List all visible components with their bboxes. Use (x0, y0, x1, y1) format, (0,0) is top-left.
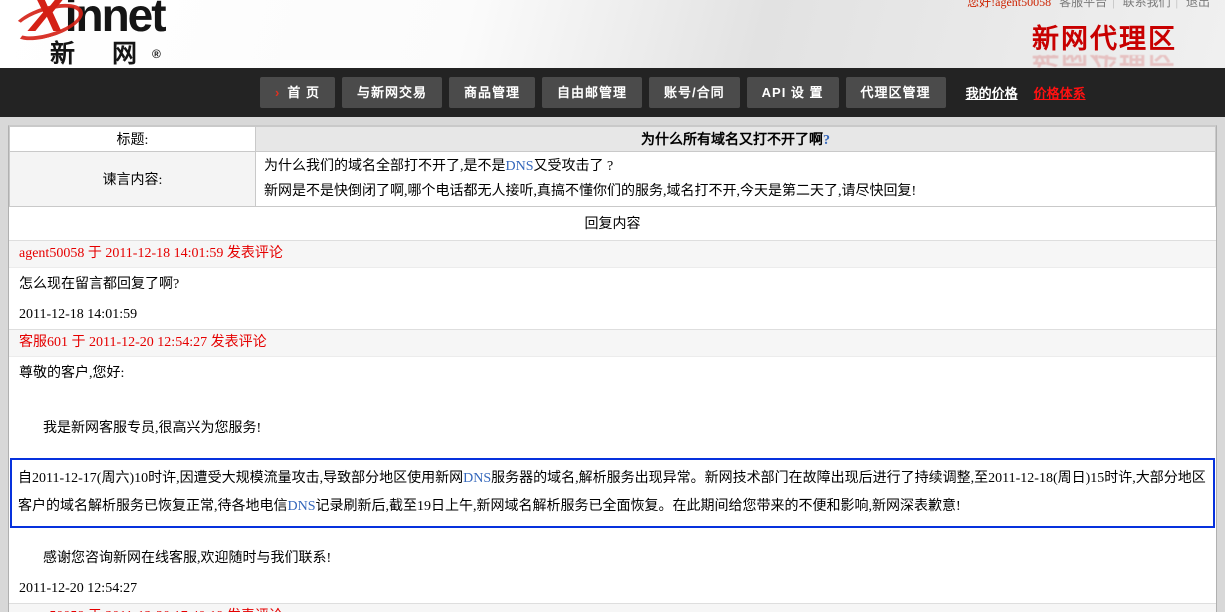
portal-title: 新网代理区 新网代理区 (1032, 24, 1177, 68)
reply-body-line: 怎么现在留言都回复了啊? (9, 268, 1216, 300)
nav-tab-agent-admin[interactable]: 代理区管理 (846, 77, 946, 108)
nav-tab-trade[interactable]: 与新网交易 (342, 77, 442, 108)
reply-body-line: 尊敬的客户,您好: (9, 357, 1216, 389)
reply-item: agent50058 于 2011-12-18 14:01:59 发表评论 怎么… (9, 240, 1216, 329)
nav-tab-account-contract[interactable]: 账号/合同 (649, 77, 740, 108)
topbar: 您好!agent50058 客服平台 | 联系我们 | 退出 (967, 0, 1215, 10)
nav-tab-mail[interactable]: 自由邮管理 (542, 77, 642, 108)
title-value: 为什么所有域名又打不开了啊? (256, 127, 1216, 152)
my-price-link[interactable]: 我的价格 (966, 83, 1018, 102)
user-greeting: 您好!agent50058 (967, 0, 1051, 9)
nav-tab-api-settings[interactable]: API 设 置 (747, 77, 839, 108)
replies-section-title: 回复内容 (9, 207, 1216, 240)
content-label: 谏言内容: (10, 152, 256, 207)
portal-title-reflection: 新网代理区 (1032, 55, 1177, 68)
reply-timestamp: 2011-12-18 14:01:59 (9, 300, 1216, 329)
separator: | (1176, 0, 1178, 9)
message-table: 标题: 为什么所有域名又打不开了啊? 谏言内容: 为什么我们的域名全部打不开了,… (9, 126, 1216, 207)
reply-item: 客服601 于 2011-12-20 12:54:27 发表评论 尊敬的客户,您… (9, 329, 1216, 603)
chevron-right-icon: › (275, 85, 280, 100)
content-row: 谏言内容: 为什么我们的域名全部打不开了,是不是DNS又受攻击了 ? 新网是不是… (10, 152, 1216, 207)
nav-button-group: ›首 页 与新网交易 商品管理 自由邮管理 账号/合同 API 设 置 代理区管… (260, 77, 946, 108)
message-line: 新网是不是快倒闭了啊,哪个电话都无人接听,真搞不懂你们的服务,域名打不开,今天是… (264, 179, 1207, 204)
logo-x-swoosh-icon: X (25, 0, 67, 40)
registered-mark-icon: ® (152, 47, 161, 61)
message-thread-panel: 标题: 为什么所有域名又打不开了啊? 谏言内容: 为什么我们的域名全部打不开了,… (8, 125, 1217, 612)
topbar-link-contact[interactable]: 联系我们 (1123, 0, 1171, 9)
portal-title-text: 新网代理区 (1032, 24, 1177, 55)
topbar-link-logout[interactable]: 退出 (1186, 0, 1210, 9)
topbar-link-service[interactable]: 客服平台 (1059, 0, 1107, 9)
nav-tab-home[interactable]: ›首 页 (260, 77, 335, 108)
reply-author-line: agent50058 于 2011-12-18 14:01:59 发表评论 (9, 240, 1216, 268)
title-label: 标题: (10, 127, 256, 152)
reply-timestamp: 2011-12-20 12:54:27 (9, 574, 1216, 603)
reply-author-line: 客服601 于 2011-12-20 12:54:27 发表评论 (9, 329, 1216, 357)
nav-extra-links: 我的价格 价格体系 (966, 83, 1086, 102)
title-row: 标题: 为什么所有域名又打不开了啊? (10, 127, 1216, 152)
logo-chinese-text: 新 网® (50, 42, 165, 67)
dns-incident-notice-box: 自2011-12-17(周六)10时许,因遭受大规模流量攻击,导致部分地区使用新… (10, 458, 1215, 528)
nav-tab-products[interactable]: 商品管理 (449, 77, 535, 108)
reply-body-line: 感谢您咨询新网在线客服,欢迎随时与我们联系! (9, 542, 1216, 574)
content-value: 为什么我们的域名全部打不开了,是不是DNS又受攻击了 ? 新网是不是快倒闭了啊,… (256, 152, 1216, 207)
separator: | (1112, 0, 1114, 9)
main-nav: ›首 页 与新网交易 商品管理 自由邮管理 账号/合同 API 设 置 代理区管… (0, 68, 1225, 117)
price-system-link[interactable]: 价格体系 (1034, 83, 1086, 102)
spacer (9, 389, 1216, 412)
logo-latin-text: Xinnet (30, 0, 165, 40)
reply-body-line: 我是新网客服专员,很高兴为您服务! (9, 412, 1216, 444)
xinnet-logo[interactable]: Xinnet 新 网® (30, 0, 165, 67)
site-header: 您好!agent50058 客服平台 | 联系我们 | 退出 Xinnet 新 网®… (0, 0, 1225, 68)
message-line: 为什么我们的域名全部打不开了,是不是DNS又受攻击了 ? (264, 154, 1207, 179)
